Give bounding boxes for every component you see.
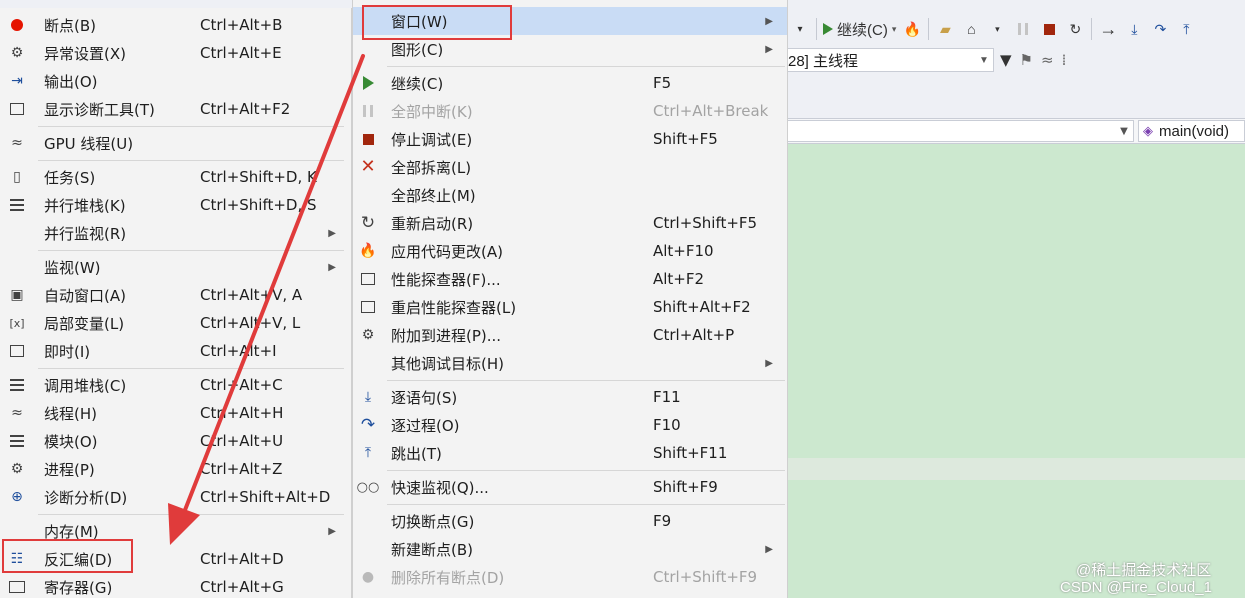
annotation-arrow-head	[168, 503, 200, 545]
watermark-line-1: @稀土掘金技术社区	[1076, 562, 1212, 579]
annotation-arrow	[168, 54, 365, 545]
watermark: @稀土掘金技术社区 CSDN @Fire_Cloud_1	[1060, 562, 1212, 597]
watermark-line-2: CSDN @Fire_Cloud_1	[1060, 579, 1212, 597]
annotation-arrow-shaft	[183, 54, 365, 512]
